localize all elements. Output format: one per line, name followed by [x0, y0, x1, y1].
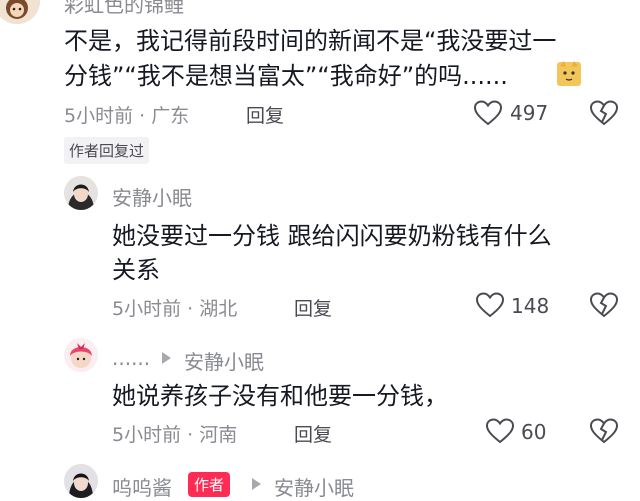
like-count: 497	[510, 101, 549, 125]
reply-time-location: 5小时前 · 湖北	[112, 298, 238, 320]
avatar[interactable]	[64, 464, 98, 498]
reply-button[interactable]: 回复	[294, 420, 332, 447]
dislike-heart-icon[interactable]	[590, 292, 618, 318]
reply-to-username[interactable]: 安静小眠	[274, 472, 354, 501]
comment-username[interactable]: 彩虹色的锦鲤	[64, 0, 184, 18]
comment-text-line2: 分钱”“我不是想当富太”“我命好”的吗......	[64, 62, 508, 90]
reply-button[interactable]: 回复	[294, 294, 332, 321]
like-count: 60	[521, 420, 547, 444]
avatar[interactable]	[64, 176, 98, 210]
author-replied-tag: 作者回复过	[64, 137, 150, 164]
comment-text-line1: 不是，我记得前段时间的新闻不是“我没要过一	[64, 27, 557, 55]
author-badge: 作者	[188, 472, 231, 497]
reply-username[interactable]: 呜呜酱	[112, 472, 172, 501]
reply-text-line1: 她说养孩子没有和他要一分钱，	[112, 382, 448, 410]
reply-button[interactable]: 回复	[246, 101, 284, 128]
dislike-heart-icon[interactable]	[590, 418, 618, 444]
reply-to-username[interactable]: 安静小眠	[184, 346, 264, 375]
reply-text-line2: 关系	[112, 256, 160, 284]
reply-text-line1: 她没要过一分钱 跟给闪闪要奶粉钱有什么	[112, 222, 552, 250]
reply-username[interactable]: 安静小眠	[112, 182, 192, 211]
like-heart-icon[interactable]	[476, 292, 504, 318]
reply-username[interactable]: ......	[112, 346, 150, 370]
avatar[interactable]	[0, 0, 40, 24]
dislike-heart-icon[interactable]	[590, 100, 618, 126]
comment-time-location: 5小时前 · 广东	[64, 105, 190, 127]
reply-arrow-icon	[160, 350, 172, 369]
avatar[interactable]	[64, 338, 98, 372]
like-heart-icon[interactable]	[486, 418, 514, 444]
reply-time-location: 5小时前 · 河南	[112, 424, 238, 446]
reply-arrow-icon	[250, 476, 262, 495]
like-count: 148	[511, 294, 550, 318]
cat-emoji-icon	[557, 60, 581, 86]
like-heart-icon[interactable]	[474, 100, 502, 126]
